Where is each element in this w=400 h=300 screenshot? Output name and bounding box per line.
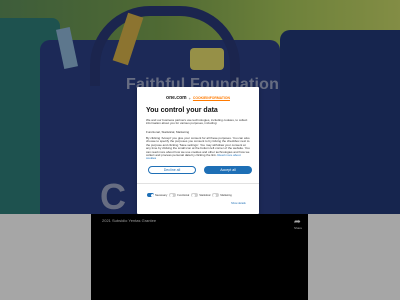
logo-text: one.com (166, 95, 187, 101)
toggle-marketing[interactable]: Marketing (212, 193, 232, 197)
toggle-switch[interactable] (191, 193, 199, 197)
toggle-functional[interactable]: Functional (169, 193, 189, 197)
toggle-label: Necessary (155, 193, 168, 197)
show-details-link[interactable]: Show details (231, 202, 246, 205)
decline-all-button[interactable]: Decline all (148, 166, 196, 174)
cookieinformation-logo: COOKIEINFORMATION (192, 96, 230, 100)
toggle-switch[interactable] (212, 193, 220, 197)
purpose-list: Functional, Statistical, Marketing (146, 130, 190, 134)
toggle-label: Functional (177, 193, 190, 197)
toggle-label: Marketing (220, 193, 232, 197)
toggle-label: Statistical (199, 193, 211, 197)
consent-toggles: Necessary Functional Statistical Marketi… (147, 191, 259, 199)
accept-all-button[interactable]: Accept all (204, 166, 252, 174)
consent-logo: one.com + COOKIEINFORMATION (137, 94, 259, 102)
dialog-divider (137, 183, 259, 184)
toggle-switch[interactable] (147, 193, 154, 197)
dialog-body: By clicking 'Accept' you give your conse… (146, 136, 250, 161)
toggle-necessary[interactable]: Necessary (147, 193, 167, 197)
toggle-statistical[interactable]: Statistical (191, 193, 210, 197)
dialog-title: You control your data (146, 107, 218, 114)
toggle-switch[interactable] (169, 193, 177, 197)
dialog-intro: We and our business partners use technol… (146, 118, 248, 126)
logo-plus: + (188, 95, 191, 101)
